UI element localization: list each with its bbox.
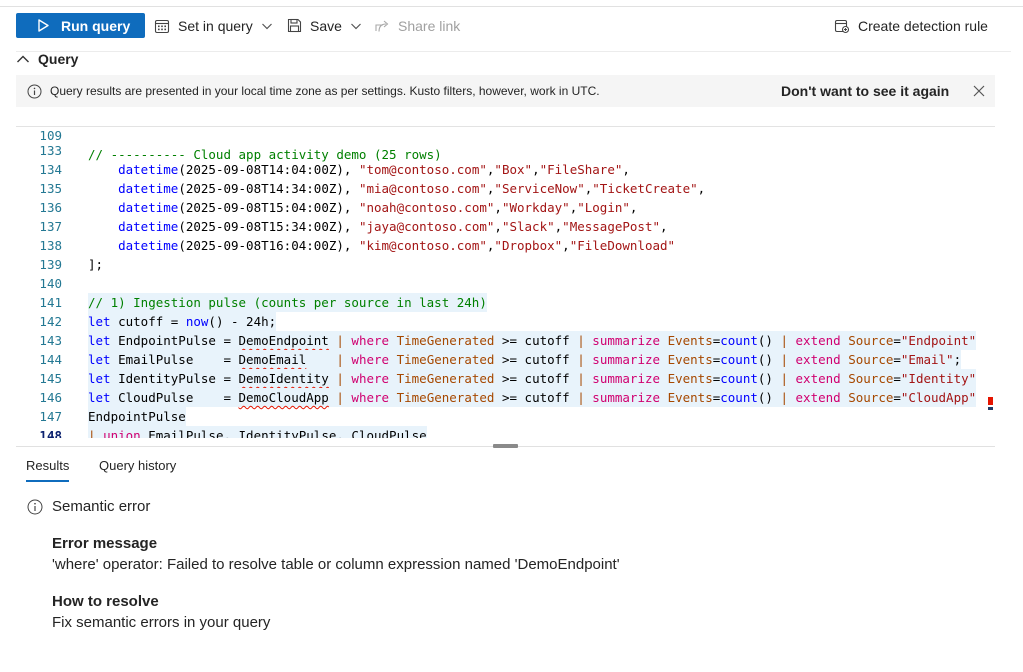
- save-button[interactable]: Save: [287, 13, 362, 38]
- share-link-button[interactable]: Share link: [374, 13, 460, 38]
- code-line: 146 EndpointPulse: [16, 369, 995, 426]
- code-line: 109 // ---------- Cloud app activity dem…: [16, 108, 995, 162]
- dont-show-again-button[interactable]: Don't want to see it again: [781, 83, 949, 99]
- code-text: | union EmailPulse, IdentityPulse, Cloud…: [88, 426, 427, 438]
- timezone-info-banner: Query results are presented in your loca…: [16, 75, 995, 107]
- scrollbar-error-marker: [988, 397, 993, 413]
- code-line: 145 let CloudPulse = DemoCloudApp | wher…: [16, 350, 995, 407]
- calendar-icon: [154, 19, 170, 33]
- chevron-down-icon: [350, 23, 361, 29]
- play-icon: [38, 19, 49, 32]
- banner-message: Query results are presented in your loca…: [50, 84, 600, 98]
- code-line: 141 let cutoff = now() - 24h;: [16, 274, 995, 331]
- semantic-error-header: Semantic error: [27, 498, 150, 515]
- error-message-text: 'where' operator: Failed to resolve tabl…: [52, 556, 620, 573]
- query-section-title: Query: [38, 51, 79, 67]
- code-line: 137 datetime(2025-09-08T16:04:00Z), "kim…: [16, 198, 995, 253]
- code-line: 140 // 1) Ingestion pulse (counts per so…: [16, 255, 995, 312]
- code-line: 136 datetime(2025-09-08T15:34:00Z), "jay…: [16, 179, 995, 234]
- error-message-title: Error message: [52, 535, 158, 552]
- code-line: 138 ];: [16, 217, 995, 272]
- query-editor[interactable]: 109 // ---------- Cloud app activity dem…: [16, 108, 995, 438]
- toolbar-divider: [16, 51, 1011, 52]
- save-icon: [287, 18, 302, 33]
- code-text: // ---------- Cloud app activity demo (2…: [88, 147, 442, 162]
- code-line: 139: [16, 236, 995, 272]
- create-detection-rule-button[interactable]: Create detection rule: [834, 13, 988, 38]
- code-line: 144 let IdentityPulse = DemoIdentity | w…: [16, 331, 995, 388]
- info-icon: [27, 84, 42, 98]
- tab-query-history[interactable]: Query history: [99, 458, 176, 473]
- query-section-toggle[interactable]: Query: [16, 50, 78, 68]
- line-number: 148: [39, 428, 62, 438]
- create-detection-rule-label: Create detection rule: [858, 17, 988, 34]
- save-label: Save: [310, 17, 342, 34]
- close-icon[interactable]: [973, 85, 985, 97]
- top-divider: [0, 6, 1023, 7]
- line-number: 109: [39, 128, 62, 143]
- set-in-query-label: Set in query: [178, 17, 253, 34]
- detection-rule-icon: [834, 19, 850, 33]
- sticky-scroll-line: 109 // ---------- Cloud app activity dem…: [16, 108, 995, 162]
- query-toolbar: Run query Set in query Save Share link C…: [16, 12, 1011, 52]
- how-to-resolve-text: Fix semantic errors in your query: [52, 614, 271, 631]
- error-title: Semantic error: [52, 498, 151, 515]
- resize-handle[interactable]: [493, 444, 518, 448]
- run-query-button[interactable]: Run query: [16, 13, 145, 38]
- how-to-resolve-title: How to resolve: [52, 593, 159, 610]
- share-link-label: Share link: [398, 17, 461, 34]
- run-query-label: Run query: [61, 17, 131, 34]
- code-line: 148 | order by Source asc: [16, 407, 995, 438]
- code-line: 142 let EndpointPulse = DemoEndpoint | w…: [16, 293, 995, 350]
- set-in-query-button[interactable]: Set in query: [154, 13, 273, 38]
- chevron-up-icon: [17, 55, 29, 63]
- code-line: 147 | union EmailPulse, IdentityPulse, C…: [16, 388, 995, 438]
- chevron-down-icon: [261, 23, 272, 29]
- code-line: 143 let EmailPulse = DemoEmail | where T…: [16, 312, 995, 369]
- tab-results[interactable]: Results: [26, 458, 70, 482]
- share-icon: [375, 20, 389, 32]
- info-icon: [27, 499, 43, 514]
